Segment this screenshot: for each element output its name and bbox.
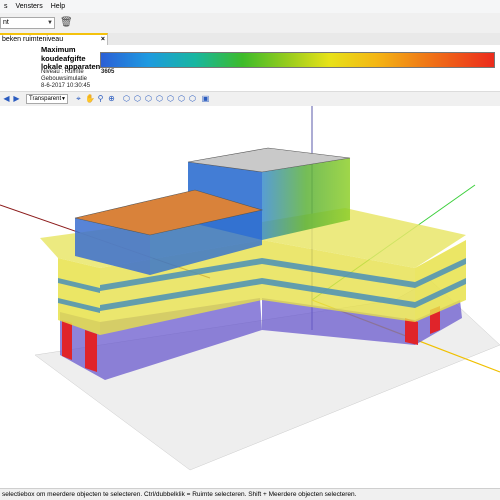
- project-dropdown[interactable]: nt ▼: [0, 17, 55, 29]
- main-toolbar: nt ▼ 🗑: [0, 13, 500, 34]
- view-iso-icon[interactable]: ⬡: [177, 94, 186, 103]
- trash-icon[interactable]: 🗑: [60, 17, 73, 29]
- view-front-icon[interactable]: ⬡: [122, 94, 131, 103]
- menu-item-help[interactable]: Help: [47, 3, 69, 10]
- tab-ruimteniveau[interactable]: beken ruimteniveau ×: [0, 33, 108, 45]
- menu-bar: s Vensters Help: [0, 0, 500, 13]
- select-icon[interactable]: ⌖: [74, 94, 83, 103]
- status-bar: selectiebox om meerdere objecten te sele…: [0, 488, 500, 500]
- red-pillar-left-2: [85, 330, 97, 372]
- project-dropdown-value: nt: [3, 19, 9, 26]
- legend-timestamp: 8-6-2017 10:30:45: [41, 83, 91, 89]
- view-toolbar: ◀ ▶ Transparent ▼ ⌖ ✋ ⚲ ⊕ ⬡ ⬡ ⬡ ⬡ ⬡ ⬡ ⬡ …: [0, 91, 500, 107]
- view-top-icon[interactable]: ⬡: [166, 94, 175, 103]
- frame-icon[interactable]: ▣: [201, 94, 210, 103]
- legend-level: Niveau : Ruimte: [41, 69, 84, 75]
- arrow-left-icon[interactable]: ◀: [2, 94, 11, 103]
- menu-item-vensters[interactable]: Vensters: [12, 3, 47, 10]
- tab-label: beken ruimteniveau: [2, 36, 64, 43]
- chevron-down-icon: ▼: [47, 20, 53, 26]
- red-pillar-right: [405, 318, 418, 345]
- legend-value: 3605: [101, 69, 115, 75]
- view-persp-icon[interactable]: ⬡: [188, 94, 197, 103]
- view-right-icon[interactable]: ⬡: [155, 94, 164, 103]
- render-mode-dropdown[interactable]: Transparent ▼: [26, 94, 68, 104]
- close-icon[interactable]: ×: [101, 35, 105, 44]
- building-model-render[interactable]: [0, 106, 500, 488]
- arrow-right-icon[interactable]: ▶: [12, 94, 21, 103]
- menu-item-1[interactable]: s: [0, 3, 12, 10]
- view-back-icon[interactable]: ⬡: [133, 94, 142, 103]
- view-left-icon[interactable]: ⬡: [144, 94, 153, 103]
- legend-subtitle: Gebouwsimulatie: [41, 76, 88, 82]
- legend-meta: Niveau : Ruimte 3605 Gebouwsimulatie 8-6…: [41, 69, 114, 90]
- render-mode-value: Transparent: [29, 96, 62, 102]
- 3d-viewport[interactable]: [0, 106, 500, 488]
- red-pillar-left: [62, 320, 72, 360]
- zoom-icon[interactable]: ⚲: [96, 94, 105, 103]
- zoom-extent-icon[interactable]: ⊕: [107, 94, 116, 103]
- chevron-down-icon: ▼: [61, 96, 66, 102]
- hand-icon[interactable]: ✋: [85, 94, 95, 103]
- legend-gradient-bar: [100, 52, 495, 68]
- legend-title: Maximum koudeafgifte lokale apparaten: [41, 45, 101, 71]
